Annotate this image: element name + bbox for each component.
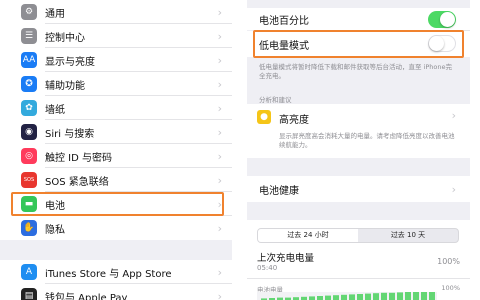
- settings-group-main: ⚙ 通用 › ☰ 控制中心 › AA 显示与亮度 › ✪ 辅助功能 › ✿ 墙纸 › ◉ Siri 与搜索 › ◎ 触…: [0, 0, 232, 240]
- settings-item-label: 墙纸: [45, 104, 65, 116]
- brightness-note: 显示屏亮度高会消耗大量的电量。请考虑降低亮度以改善电池续航能力。: [279, 132, 455, 149]
- toggle-knob: [429, 36, 444, 51]
- settings-group-store: AiTunes Store 与 App Store › ▤ 钱包与 Apple Pay…: [0, 260, 232, 300]
- settings-item-wallpaper[interactable]: ✿ 墙纸 ›: [0, 96, 232, 120]
- battery-icon: ▬: [21, 196, 37, 212]
- settings-item-display[interactable]: AA 显示与亮度 ›: [0, 48, 232, 72]
- card-separator: [247, 278, 470, 279]
- settings-item-label: 钱包与 Apple Pay: [45, 292, 128, 300]
- chevron-right-icon: ›: [217, 173, 222, 187]
- settings-item-accessibility[interactable]: ✪ 辅助功能 ›: [0, 72, 232, 96]
- toggle-knob: [440, 12, 455, 27]
- chevron-right-icon: ›: [217, 197, 222, 211]
- panel-divider: [232, 0, 247, 300]
- battery-level-bar: [373, 293, 379, 300]
- chevron-right-icon: ›: [451, 109, 456, 122]
- gear-icon: ⚙: [21, 4, 37, 20]
- settings-item-privacy[interactable]: ✋ 隐私 ›: [0, 216, 232, 240]
- chart-top-value: 100%: [441, 284, 460, 292]
- battery-level-bar: [309, 296, 315, 300]
- settings-item-label: 电池: [45, 200, 65, 212]
- battery-health-label: 电池健康: [259, 185, 299, 197]
- low-power-note: 低电量模式将暂时降低下载和邮件获取等后台活动，直至 iPhone完全充电。: [259, 63, 453, 80]
- brightness-label: 高亮度: [279, 115, 309, 126]
- battery-level-bar: [349, 294, 355, 300]
- battery-level-bar: [341, 294, 347, 300]
- battery-level-bar: [421, 292, 427, 300]
- last-charge-time: 05:40: [257, 264, 278, 272]
- battery-level-bar: [357, 294, 363, 300]
- tab-last-24-hours[interactable]: 过去 24 小时: [258, 229, 358, 242]
- settings-item-label: 控制中心: [45, 32, 85, 44]
- app-store-icon: A: [21, 264, 37, 280]
- chevron-right-icon: ›: [217, 125, 222, 139]
- battery-level-bar: [413, 292, 419, 300]
- settings-item-label: SOS 紧急联络: [45, 176, 109, 188]
- settings-item-control-center[interactable]: ☰ 控制中心 ›: [0, 24, 232, 48]
- settings-item-itunes[interactable]: AiTunes Store 与 App Store ›: [0, 260, 232, 284]
- battery-level-bar: [381, 292, 387, 300]
- chevron-right-icon: ›: [217, 289, 222, 300]
- chevron-right-icon: ›: [451, 182, 456, 196]
- battery-level-bar: [397, 292, 403, 300]
- settings-item-label: Siri 与搜索: [45, 128, 95, 140]
- fingerprint-icon: ◎: [21, 148, 37, 164]
- wallet-icon: ▤: [21, 288, 37, 300]
- lightbulb-icon: ●: [257, 110, 271, 124]
- battery-percentage-toggle[interactable]: [428, 11, 456, 28]
- last-charge-value: 100%: [437, 257, 460, 266]
- battery-level-bar: [389, 292, 395, 300]
- chevron-right-icon: ›: [217, 149, 222, 163]
- low-power-mode-toggle[interactable]: [428, 35, 456, 52]
- settings-item-siri[interactable]: ◉ Siri 与搜索 ›: [0, 120, 232, 144]
- chevron-right-icon: ›: [217, 53, 222, 67]
- settings-item-battery[interactable]: ▬ 电池 ›: [0, 192, 232, 216]
- flower-icon: ✿: [21, 100, 37, 116]
- settings-item-label: 通用: [45, 8, 65, 20]
- chevron-right-icon: ›: [217, 221, 222, 235]
- low-power-mode-label: 低电量模式: [259, 40, 309, 52]
- chevron-right-icon: ›: [217, 5, 222, 19]
- battery-level-chart: [257, 292, 437, 300]
- battery-level-bar: [429, 292, 435, 300]
- hand-icon: ✋: [21, 220, 37, 236]
- battery-level-bar: [325, 295, 331, 300]
- last-charge-label: 上次充电电量: [257, 253, 315, 264]
- chevron-right-icon: ›: [217, 265, 222, 279]
- battery-level-bar: [317, 296, 323, 300]
- tab-last-10-days[interactable]: 过去 10 天: [358, 229, 458, 242]
- settings-item-sos[interactable]: SOS SOS 紧急联络 ›: [0, 168, 232, 192]
- sliders-icon: ☰: [21, 28, 37, 44]
- battery-level-bar: [365, 293, 371, 300]
- settings-item-wallet[interactable]: ▤ 钱包与 Apple Pay ›: [0, 284, 232, 300]
- settings-item-label: 触控 ID 与密码: [45, 152, 113, 164]
- time-range-segmented-control: 过去 24 小时 过去 10 天: [257, 228, 459, 243]
- settings-item-label: iTunes Store 与 App Store: [45, 268, 172, 280]
- battery-settings-panel: 电池百分比 低电量模式 低电量模式将暂时降低下载和邮件获取等后台活动，直至 iP…: [247, 0, 470, 300]
- battery-percentage-row: 电池百分比: [247, 8, 470, 30]
- chevron-right-icon: ›: [217, 77, 222, 91]
- settings-list-panel: ⚙ 通用 › ☰ 控制中心 › AA 显示与亮度 › ✪ 辅助功能 › ✿ 墙纸 › ◉ Siri 与搜索 › ◎ 触…: [0, 0, 232, 300]
- settings-item-label: 显示与亮度: [45, 56, 95, 68]
- chevron-right-icon: ›: [217, 101, 222, 115]
- text-size-icon: AA: [21, 52, 37, 68]
- battery-usage-card: 过去 24 小时 过去 10 天 上次充电电量 05:40 100% 电池电量 …: [247, 220, 470, 300]
- settings-item-general[interactable]: ⚙ 通用 ›: [0, 0, 232, 24]
- settings-item-label: 隐私: [45, 224, 65, 236]
- battery-level-bar: [333, 295, 339, 300]
- settings-item-label: 辅助功能: [45, 80, 85, 92]
- battery-health-row[interactable]: 电池健康 ›: [247, 176, 470, 202]
- accessibility-icon: ✪: [21, 76, 37, 92]
- sos-icon: SOS: [21, 172, 37, 188]
- low-power-mode-row: 低电量模式: [247, 31, 470, 57]
- siri-icon: ◉: [21, 124, 37, 140]
- battery-level-bar: [405, 292, 411, 300]
- battery-percentage-label: 电池百分比: [259, 15, 309, 27]
- brightness-insight-card[interactable]: ● 高亮度 › 显示屏亮度高会消耗大量的电量。请考虑降低亮度以改善电池续航能力。: [247, 104, 470, 158]
- chevron-right-icon: ›: [217, 29, 222, 43]
- settings-item-touch-id[interactable]: ◎ 触控 ID 与密码 ›: [0, 144, 232, 168]
